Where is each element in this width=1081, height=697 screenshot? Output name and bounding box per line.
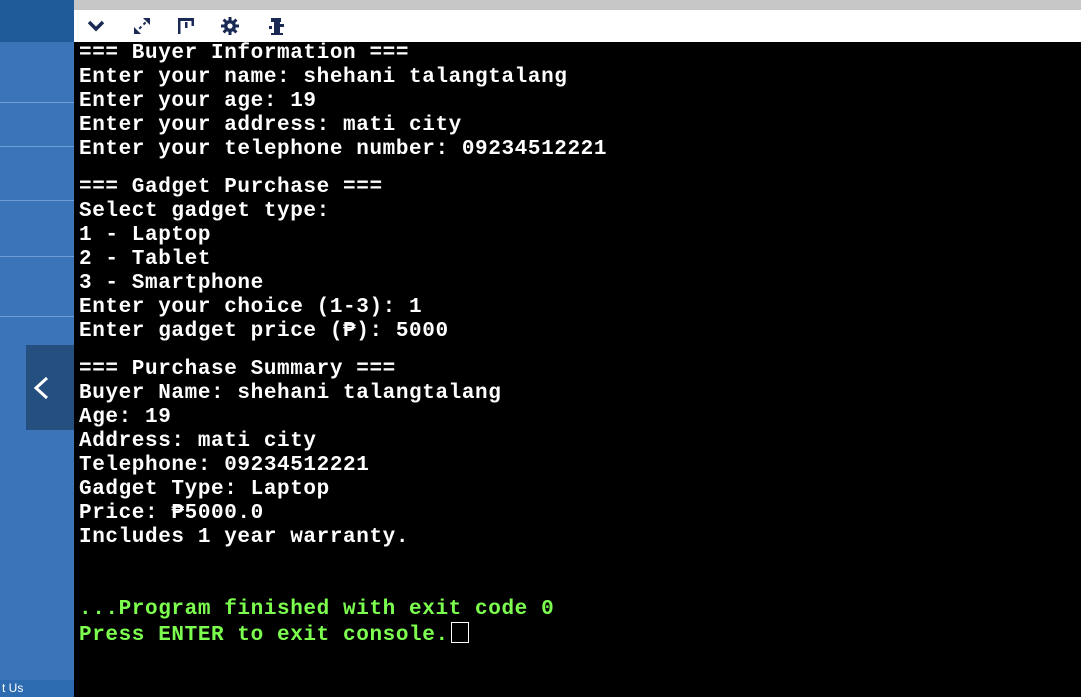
summary-header: === Purchase Summary ===	[79, 358, 396, 381]
chevron-left-icon	[33, 376, 49, 399]
collapse-console-button[interactable]	[84, 14, 108, 38]
sidebar-divider	[0, 316, 74, 317]
address-line: Enter your address: mati city	[79, 114, 462, 137]
press-enter-line: Press ENTER to exit console.	[79, 622, 607, 647]
settings-button[interactable]	[218, 14, 242, 38]
console-toolbar	[74, 10, 1081, 42]
window-top-strip	[0, 0, 1081, 10]
debug-icon	[269, 18, 284, 35]
summary-warranty: Includes 1 year warranty.	[79, 526, 410, 549]
press-enter-text: Press ENTER to exit console.	[79, 624, 449, 647]
gear-icon	[221, 17, 239, 35]
sidebar-divider	[0, 146, 74, 147]
sidebar-divider	[0, 102, 74, 103]
name-line: Enter your name: shehani talangtalang	[79, 66, 568, 89]
gadget-purchase-header: === Gadget Purchase ===	[79, 176, 383, 199]
text-cursor	[450, 622, 469, 643]
summary-address: Address: mati city	[79, 430, 317, 453]
chevron-down-icon	[87, 20, 105, 32]
summary-price: Price: ₱5000.0	[79, 502, 264, 525]
sidebar-collapse-button[interactable]	[26, 345, 74, 430]
option-smartphone: 3 - Smartphone	[79, 272, 264, 295]
left-sidebar: t Us	[0, 0, 74, 697]
expand-icon	[134, 18, 150, 34]
sidebar-header	[0, 0, 74, 42]
sidebar-divider	[0, 200, 74, 201]
phone-line: Enter your telephone number: 09234512221	[79, 138, 608, 161]
age-line: Enter your age: 19	[79, 90, 317, 113]
expand-console-button[interactable]	[130, 14, 154, 38]
summary-telephone: Telephone: 09234512221	[79, 454, 370, 477]
select-gadget-line: Select gadget type:	[79, 200, 330, 223]
exit-message: ...Program finished with exit code 0	[79, 598, 555, 621]
buyer-info-header: === Buyer Information ===	[79, 42, 410, 65]
summary-age: Age: 19	[79, 406, 172, 429]
sidebar-bottom-label: t Us	[0, 680, 74, 697]
option-laptop: 1 - Laptop	[79, 224, 212, 247]
summary-buyer-name: Buyer Name: shehani talangtalang	[79, 382, 502, 405]
option-tablet: 2 - Tablet	[79, 248, 212, 271]
console-output[interactable]: === Buyer Information === Enter your nam…	[74, 42, 1081, 697]
price-line: Enter gadget price (₱): 5000	[79, 320, 449, 343]
console-lines: === Buyer Information === Enter your nam…	[79, 42, 608, 647]
window-icon	[178, 18, 194, 34]
debug-button[interactable]	[264, 14, 288, 38]
summary-gadget-type: Gadget Type: Laptop	[79, 478, 330, 501]
sidebar-divider	[0, 256, 74, 257]
split-window-button[interactable]	[174, 14, 198, 38]
choice-line: Enter your choice (1-3): 1	[79, 296, 423, 319]
